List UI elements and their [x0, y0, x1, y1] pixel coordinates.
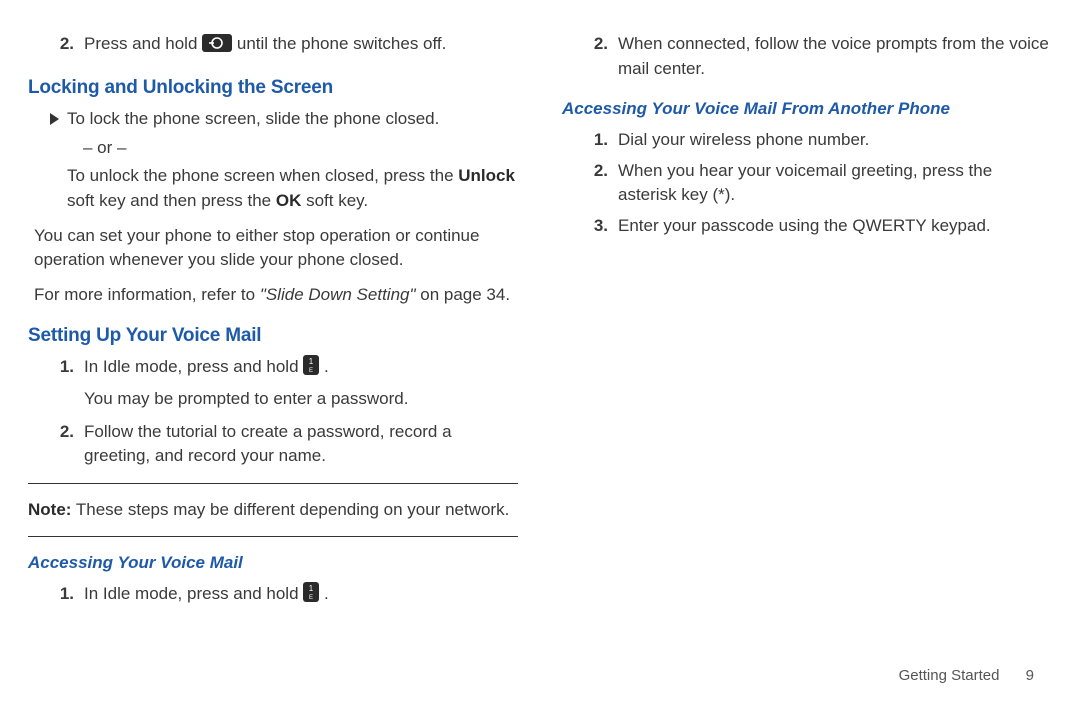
- list-text: Press and hold until the phone switches …: [84, 32, 518, 60]
- list-text: Dial your wireless phone number.: [618, 128, 1052, 153]
- text: In Idle mode, press and hold: [84, 584, 303, 603]
- list-text: Follow the tutorial to create a password…: [84, 420, 518, 469]
- list-text: When you hear your voicemail greeting, p…: [618, 159, 1052, 208]
- text: until the phone switches off.: [237, 34, 447, 53]
- svg-text:E: E: [309, 595, 313, 601]
- bullet-text: To lock the phone screen, slide the phon…: [67, 107, 518, 214]
- paragraph: You can set your phone to either stop op…: [34, 224, 518, 273]
- note-label: Note:: [28, 500, 71, 519]
- text: For more information, refer to: [34, 285, 260, 304]
- bold-text: Unlock: [458, 166, 515, 185]
- list-number: 2.: [562, 159, 618, 208]
- text: soft key.: [301, 191, 368, 210]
- list-number: 2.: [562, 32, 618, 81]
- text: To unlock the phone screen when closed, …: [67, 164, 518, 213]
- list-item: 1. Dial your wireless phone number.: [562, 128, 1052, 153]
- list-item: 1. In Idle mode, press and hold 1E . You…: [28, 355, 518, 411]
- list-item: 1. In Idle mode, press and hold 1E .: [28, 582, 518, 610]
- text: .: [324, 357, 329, 376]
- note-paragraph: Note: These steps may be different depen…: [28, 498, 518, 523]
- triangle-bullet-icon: [50, 113, 59, 125]
- list-number: 2.: [28, 420, 84, 469]
- reference-title: "Slide Down Setting": [260, 285, 416, 304]
- list-item: 3. Enter your passcode using the QWERTY …: [562, 214, 1052, 239]
- text: soft key and then press the: [67, 191, 276, 210]
- text: Press and hold: [84, 34, 202, 53]
- text: on page 34.: [416, 285, 511, 304]
- text: To lock the phone screen, slide the phon…: [67, 107, 518, 132]
- list-number: 2.: [28, 32, 84, 60]
- text: .: [324, 584, 329, 603]
- one-key-icon: 1E: [303, 355, 319, 383]
- heading-voicemail-setup: Setting Up Your Voice Mail: [28, 322, 518, 350]
- list-text: Enter your passcode using the QWERTY key…: [618, 214, 1052, 239]
- svg-text:1: 1: [309, 584, 314, 593]
- heading-access-other-phone: Accessing Your Voice Mail From Another P…: [562, 97, 1052, 122]
- list-item: 2. When connected, follow the voice prom…: [562, 32, 1052, 81]
- list-item: 2. Follow the tutorial to create a passw…: [28, 420, 518, 469]
- manual-page: 2. Press and hold until the phone switch…: [0, 0, 1080, 720]
- page-footer: Getting Started 9: [899, 667, 1034, 684]
- text: In Idle mode, press and hold: [84, 357, 303, 376]
- list-number: 1.: [28, 582, 84, 610]
- or-text: – or –: [83, 136, 518, 161]
- list-number: 3.: [562, 214, 618, 239]
- text: To unlock the phone screen when closed, …: [67, 166, 458, 185]
- note-body: These steps may be different depending o…: [71, 500, 509, 519]
- list-number: 1.: [562, 128, 618, 153]
- list-item: 2. Press and hold until the phone switch…: [28, 32, 518, 60]
- divider: [28, 536, 518, 537]
- list-text: In Idle mode, press and hold 1E . You ma…: [84, 355, 518, 411]
- power-key-icon: [202, 34, 232, 60]
- list-text: In Idle mode, press and hold 1E .: [84, 582, 518, 610]
- heading-access-voicemail: Accessing Your Voice Mail: [28, 551, 518, 576]
- text: You may be prompted to enter a password.: [84, 387, 518, 412]
- divider: [28, 483, 518, 484]
- bold-text: OK: [276, 191, 302, 210]
- svg-text:1: 1: [309, 357, 314, 366]
- list-item: 2. When you hear your voicemail greeting…: [562, 159, 1052, 208]
- list-number: 1.: [28, 355, 84, 411]
- heading-locking: Locking and Unlocking the Screen: [28, 74, 518, 102]
- list-text: When connected, follow the voice prompts…: [618, 32, 1052, 81]
- one-key-icon: 1E: [303, 582, 319, 610]
- section-name: Getting Started: [899, 667, 1000, 684]
- right-column: 2. When connected, follow the voice prom…: [540, 30, 1052, 700]
- reference-paragraph: For more information, refer to "Slide Do…: [34, 283, 518, 308]
- left-column: 2. Press and hold until the phone switch…: [28, 30, 540, 700]
- page-number: 9: [1026, 667, 1034, 684]
- bullet-item: To lock the phone screen, slide the phon…: [28, 107, 518, 214]
- svg-text:E: E: [309, 368, 313, 374]
